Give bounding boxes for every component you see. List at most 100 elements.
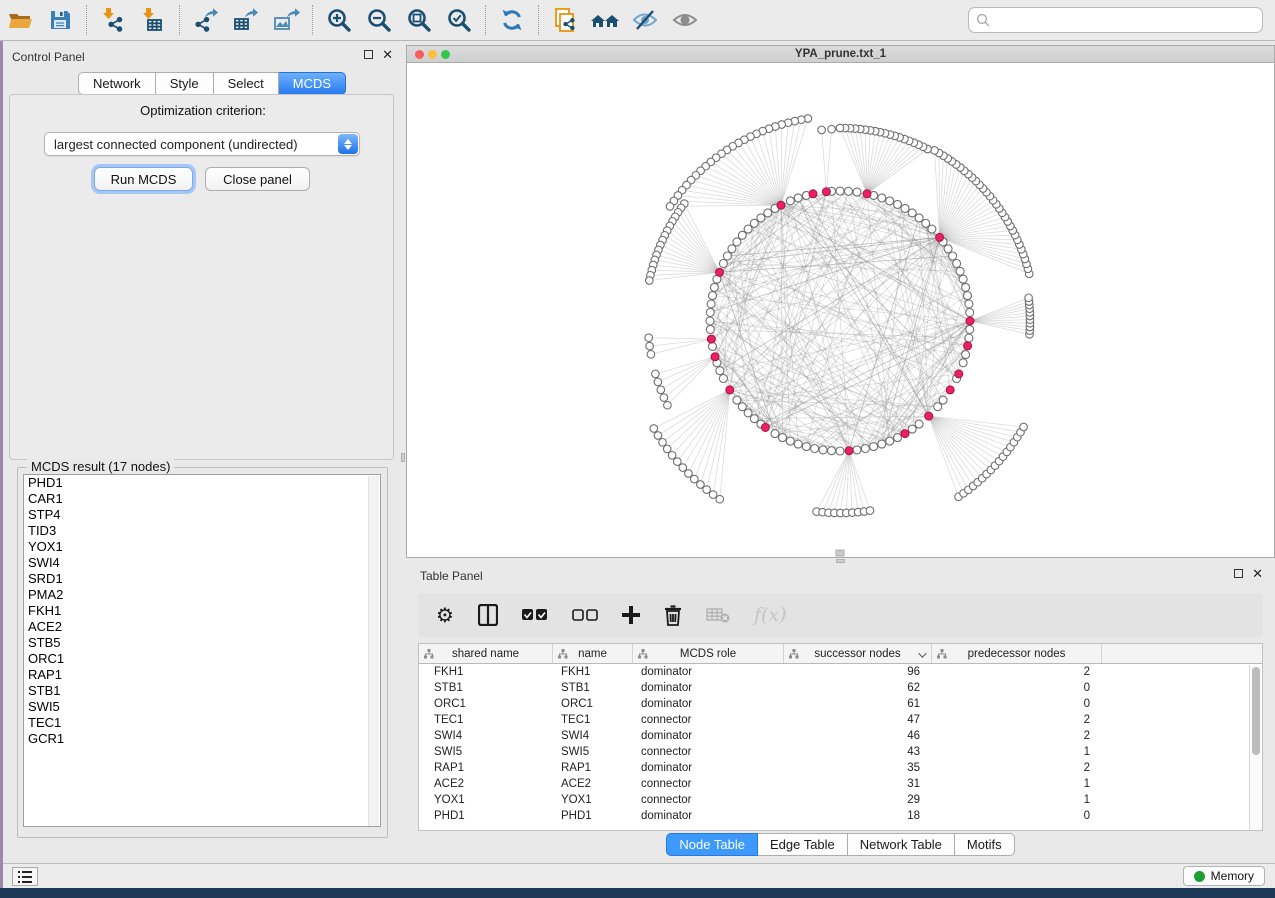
export-table-icon[interactable] [231, 5, 261, 35]
tab-style[interactable]: Style [156, 72, 214, 95]
mcds-result-title: MCDS result (17 nodes) [27, 459, 174, 474]
canvas-scrollbar-handle[interactable] [836, 550, 844, 556]
task-history-button[interactable] [12, 867, 38, 886]
node-table-header: shared namenameMCDS rolesuccessor nodesp… [419, 644, 1262, 664]
mcds-list-scrollbar[interactable] [368, 476, 379, 827]
tab-network-table[interactable]: Network Table [848, 833, 955, 856]
table-row[interactable]: YOX1YOX1connector291 [419, 792, 1262, 808]
mcds-result-item[interactable]: STP4 [24, 507, 380, 523]
cell-shared-name: ACE2 [419, 778, 553, 790]
column-header-predecessor-nodes[interactable]: predecessor nodes [932, 644, 1102, 663]
network-window-titlebar[interactable]: YPA_prune.txt_1 [407, 46, 1274, 63]
show-all-icon[interactable] [670, 5, 700, 35]
search-input[interactable] [968, 7, 1263, 33]
mcds-result-item[interactable]: STB5 [24, 635, 380, 651]
table-panel-tabs: Node TableEdge TableNetwork TableMotifs [406, 833, 1275, 856]
close-panel-icon[interactable]: ✕ [382, 50, 393, 59]
select-all-checks-icon[interactable] [522, 609, 548, 621]
table-toolbar: ⚙f(x) [418, 593, 1263, 637]
zoom-in-icon[interactable] [324, 5, 354, 35]
cell-shared-name: TEC1 [419, 714, 553, 726]
clone-network-icon[interactable] [550, 5, 580, 35]
table-row[interactable]: RAP1RAP1dominator352 [419, 760, 1262, 776]
mcds-result-item[interactable]: TID3 [24, 523, 380, 539]
add-column-icon[interactable] [622, 606, 640, 624]
save-session-icon[interactable] [45, 5, 75, 35]
mcds-result-item[interactable]: PHD1 [24, 475, 380, 491]
export-network-icon[interactable] [191, 5, 221, 35]
deselect-all-checks-icon[interactable] [572, 609, 598, 621]
mcds-result-item[interactable]: STB1 [24, 683, 380, 699]
optimization-criterion-value: largest connected component (undirected) [54, 137, 298, 152]
mcds-result-item[interactable]: CAR1 [24, 491, 380, 507]
table-row[interactable]: PHD1PHD1dominator180 [419, 808, 1262, 824]
control-panel: Control Panel ✕ NetworkStyleSelectMCDS O… [3, 41, 403, 863]
table-row[interactable]: ACE2ACE2connector311 [419, 776, 1262, 792]
column-header-name[interactable]: name [553, 644, 633, 663]
network-graph[interactable] [407, 63, 1274, 557]
mcds-result-list[interactable]: PHD1CAR1STP4TID3YOX1SWI4SRD1PMA2FKH1ACE2… [23, 474, 381, 827]
mcds-result-item[interactable]: ACE2 [24, 619, 380, 635]
refresh-icon[interactable] [497, 5, 527, 35]
mcds-result-item[interactable]: TEC1 [24, 715, 380, 731]
close-panel-button[interactable]: Close panel [205, 167, 310, 191]
zoom-out-icon[interactable] [364, 5, 394, 35]
table-scrollbar [1249, 665, 1261, 830]
hide-selected-icon[interactable] [630, 5, 660, 35]
column-header-successor-nodes[interactable]: successor nodes [784, 644, 932, 663]
tab-edge-table[interactable]: Edge Table [758, 833, 848, 856]
column-header-MCDS-role[interactable]: MCDS role [633, 644, 784, 663]
open-session-icon[interactable] [5, 5, 35, 35]
table-row[interactable]: TEC1TEC1connector472 [419, 712, 1262, 728]
zoom-fit-icon[interactable] [404, 5, 434, 35]
list-icon [18, 871, 32, 883]
window-maximize-icon[interactable] [441, 50, 450, 59]
column-header-shared-name[interactable]: shared name [419, 644, 553, 663]
network-canvas[interactable] [407, 63, 1274, 557]
window-close-icon[interactable] [415, 50, 424, 59]
tab-mcds[interactable]: MCDS [279, 72, 346, 95]
table-row[interactable]: SWI5SWI5connector431 [419, 744, 1262, 760]
mcds-result-item[interactable]: YOX1 [24, 539, 380, 555]
mcds-result-item[interactable]: FKH1 [24, 603, 380, 619]
zoom-selected-icon[interactable] [444, 5, 474, 35]
mcds-result-item[interactable]: SWI5 [24, 699, 380, 715]
cell-predecessor-nodes: 1 [932, 794, 1102, 806]
mcds-result-item[interactable]: SWI4 [24, 555, 380, 571]
table-row[interactable]: STB1STB1dominator620 [419, 680, 1262, 696]
cell-name: SWI4 [553, 730, 633, 742]
tab-node-table[interactable]: Node Table [666, 833, 758, 856]
close-panel-icon[interactable]: ✕ [1252, 569, 1263, 578]
cell-MCDS-role: dominator [633, 698, 784, 710]
float-panel-icon[interactable] [364, 50, 373, 59]
import-network-icon[interactable] [98, 5, 128, 35]
table-scrollbar-thumb[interactable] [1252, 667, 1260, 755]
float-panel-icon[interactable] [1234, 569, 1243, 578]
mcds-result-item[interactable]: GCR1 [24, 731, 380, 747]
cell-successor-nodes: 46 [784, 730, 932, 742]
column-layout-icon[interactable] [478, 604, 498, 626]
window-minimize-icon[interactable] [428, 50, 437, 59]
cell-MCDS-role: connector [633, 794, 784, 806]
mcds-result-item[interactable]: SRD1 [24, 571, 380, 587]
table-row[interactable]: SWI4SWI4dominator462 [419, 728, 1262, 744]
optimization-criterion-select[interactable]: largest connected component (undirected) [44, 132, 360, 156]
table-row[interactable]: FKH1FKH1dominator962 [419, 664, 1262, 680]
import-table-icon[interactable] [138, 5, 168, 35]
first-neighbors-icon[interactable] [590, 5, 620, 35]
mcds-result-item[interactable]: ORC1 [24, 651, 380, 667]
export-image-icon[interactable] [271, 5, 301, 35]
toolbar-separator [312, 5, 313, 35]
mcds-result-item[interactable]: PMA2 [24, 587, 380, 603]
table-row[interactable]: ORC1ORC1dominator610 [419, 696, 1262, 712]
settings-gear-icon[interactable]: ⚙ [436, 605, 454, 625]
delete-column-icon[interactable] [664, 605, 682, 626]
cell-name: ACE2 [553, 778, 633, 790]
memory-button[interactable]: Memory [1183, 866, 1265, 886]
mcds-result-item[interactable]: RAP1 [24, 667, 380, 683]
tab-motifs[interactable]: Motifs [955, 833, 1015, 856]
run-mcds-button[interactable]: Run MCDS [94, 167, 193, 191]
tab-select[interactable]: Select [214, 72, 279, 95]
tab-network[interactable]: Network [78, 72, 156, 95]
horizontal-splitter-handle[interactable] [836, 559, 845, 563]
